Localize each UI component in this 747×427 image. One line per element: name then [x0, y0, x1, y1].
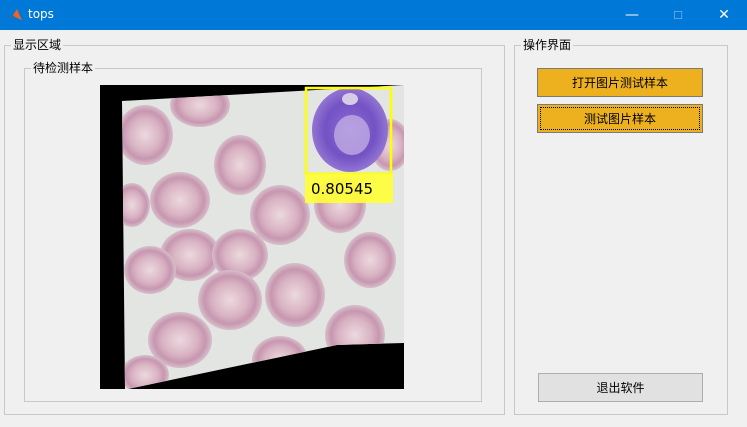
sample-panel: 待检测样本 0.80545 — [24, 60, 482, 402]
operations-group: 操作界面 打开图片测试样本 测试图片样本 退出软件 — [514, 37, 728, 415]
open-test-image-button[interactable]: 打开图片测试样本 — [537, 68, 703, 97]
display-area-group: 显示区域 待检测样本 0.80545 — [4, 37, 505, 415]
sample-panel-title: 待检测样本 — [31, 60, 96, 76]
display-area-title: 显示区域 — [11, 37, 64, 53]
minimize-button[interactable]: — — [609, 0, 655, 30]
test-image-button[interactable]: 测试图片样本 — [537, 104, 703, 133]
title-bar: tops — ☐ ✕ — [0, 0, 747, 30]
exit-button[interactable]: 退出软件 — [538, 373, 703, 402]
maximize-button[interactable]: ☐ — [655, 0, 701, 30]
matlab-icon — [8, 9, 22, 20]
window-title: tops — [28, 7, 54, 21]
close-button[interactable]: ✕ — [701, 0, 747, 30]
sample-image: 0.80545 — [100, 85, 404, 389]
detection-score: 0.80545 — [311, 180, 373, 198]
operations-title: 操作界面 — [521, 37, 574, 53]
blood-smear-image: 0.80545 — [100, 85, 404, 389]
app-window: tops — ☐ ✕ 显示区域 待检测样本 0.80545 操作界面 打开图片测… — [0, 0, 747, 427]
